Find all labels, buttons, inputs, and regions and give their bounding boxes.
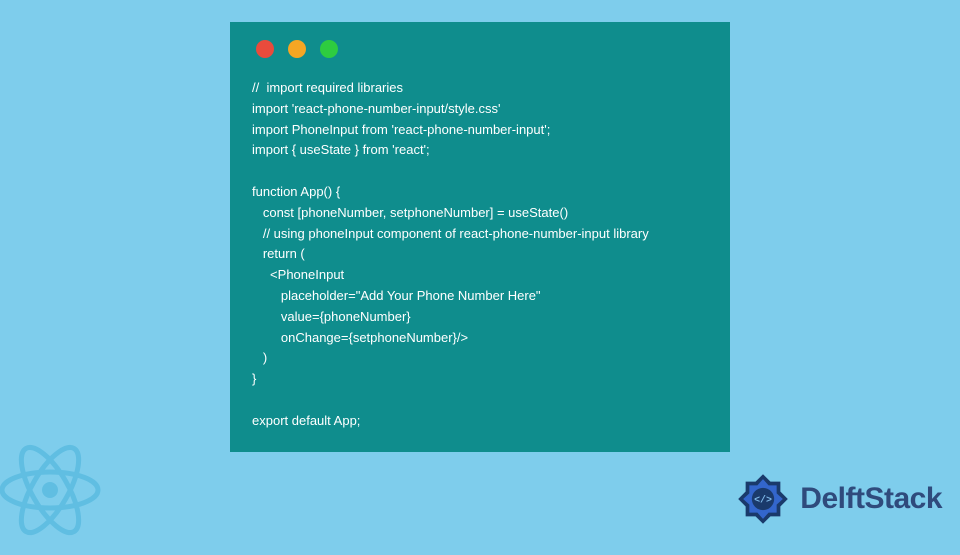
react-watermark-icon xyxy=(0,430,110,550)
brand-name: DelftStack xyxy=(800,482,942,516)
svg-text:</>: </> xyxy=(754,495,772,506)
brand: </> DelftStack xyxy=(732,468,942,530)
code-window: // import required libraries import 'rea… xyxy=(230,22,730,452)
code-block: // import required libraries import 'rea… xyxy=(252,78,708,432)
traffic-lights xyxy=(252,40,708,58)
window-dot-green xyxy=(320,40,338,58)
window-dot-yellow xyxy=(288,40,306,58)
brand-logo-icon: </> xyxy=(732,468,794,530)
window-dot-red xyxy=(256,40,274,58)
